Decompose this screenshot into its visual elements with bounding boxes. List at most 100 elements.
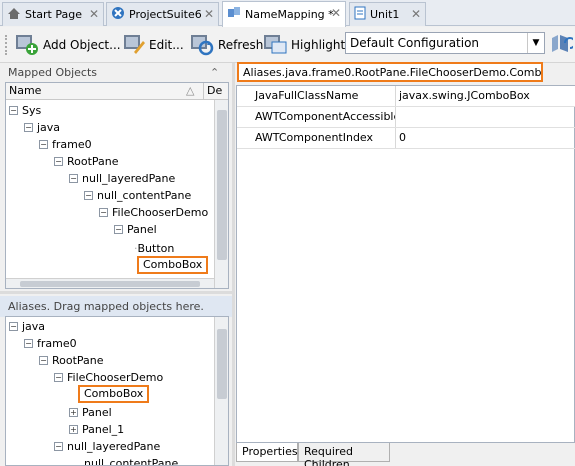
add-object-button[interactable]: Add Object... — [14, 33, 121, 57]
property-value[interactable]: 0 — [396, 128, 575, 148]
collapse-icon[interactable]: − — [24, 339, 33, 348]
sort-ascending-icon: △ — [186, 84, 195, 97]
tree-node-frame0[interactable]: − frame0 — [39, 138, 92, 151]
tree-node-panel[interactable]: − Panel — [114, 223, 157, 236]
scrollbar-thumb[interactable] — [20, 281, 200, 287]
vertical-scrollbar[interactable] — [214, 317, 228, 465]
document-tab-bar: Start Page ✕ ProjectSuite6 ✕ NameMapping… — [0, 0, 575, 27]
bottom-tab-bar: Properties Required Children — [236, 443, 575, 466]
property-row[interactable]: JavaFullClassName javax.swing.JComboBox — [237, 86, 575, 107]
tree-node-null-contentpane[interactable]: null_contentPane — [84, 457, 178, 465]
tree-node-filechooserdemo[interactable]: − FileChooserDemo — [54, 371, 163, 384]
edit-label: Edit... — [149, 38, 184, 52]
close-icon[interactable]: ✕ — [411, 7, 421, 21]
home-icon — [7, 7, 21, 23]
aliases-tree: − java − frame0 − RootPane − FileChooserDemo… — [5, 316, 229, 466]
collapse-icon[interactable]: − — [54, 442, 63, 451]
vertical-splitter[interactable] — [232, 63, 235, 466]
property-name: JavaFullClassName — [237, 86, 396, 106]
column-header-name[interactable]: Name △ — [6, 83, 203, 100]
tree-node-rootpane[interactable]: − RootPane — [54, 155, 119, 168]
tab-label: ProjectSuite6 — [129, 8, 202, 21]
collapse-icon[interactable]: − — [114, 225, 123, 234]
collapse-icon[interactable]: − — [54, 373, 63, 382]
tab-namemapping[interactable]: NameMapping * ✕ — [222, 1, 346, 27]
column-header-description[interactable]: De — [203, 83, 228, 100]
horizontal-scrollbar[interactable] — [6, 278, 214, 288]
collapse-icon[interactable]: − — [9, 106, 18, 115]
panel-title: Mapped Objects — [8, 66, 97, 79]
property-row[interactable]: AWTComponentAccessibleName — [237, 107, 575, 128]
collapse-icon[interactable]: − — [39, 356, 48, 365]
tab-start-page[interactable]: Start Page ✕ — [2, 2, 104, 26]
close-icon[interactable]: ✕ — [89, 7, 99, 21]
expand-icon[interactable]: + — [69, 408, 78, 417]
toolbar: Add Object... Edit... Refresh Highlight … — [0, 27, 575, 63]
property-name: AWTComponentAccessibleName — [237, 107, 396, 127]
tree-node-java[interactable]: − java — [9, 320, 45, 333]
collapse-icon[interactable]: − — [84, 191, 93, 200]
vertical-scrollbar[interactable] — [214, 100, 228, 288]
object-path: Aliases.java.frame0.RootPane.FileChooser… — [237, 62, 543, 82]
tab-properties[interactable]: Properties — [236, 443, 298, 462]
name-mapping-icon — [227, 6, 241, 23]
mapped-objects-tree: Name △ De − Sys − java − frame0 − RootPane −… — [5, 82, 229, 289]
tab-label: Start Page — [25, 8, 82, 21]
panel-splitter[interactable] — [0, 291, 232, 294]
tree-node-java[interactable]: − java — [24, 121, 60, 134]
highlight-label: Highlight — [291, 38, 346, 52]
collapse-icon[interactable]: − — [99, 208, 108, 217]
property-value[interactable] — [396, 107, 575, 127]
tree-node-sys[interactable]: − Sys — [9, 104, 41, 117]
refresh-button[interactable]: Refresh — [189, 33, 263, 57]
property-name: AWTComponentIndex — [237, 128, 396, 148]
tab-unit1[interactable]: Unit1 ✕ — [349, 2, 426, 26]
collapse-icon[interactable]: − — [24, 123, 33, 132]
configuration-manager-icon[interactable] — [549, 33, 575, 58]
tree-node-filechooserdemo[interactable]: − FileChooserDemo — [99, 206, 208, 219]
close-icon[interactable]: ✕ — [204, 7, 214, 21]
collapse-icon[interactable]: − — [39, 140, 48, 149]
scrollbar-thumb[interactable] — [217, 329, 227, 399]
property-row[interactable]: AWTComponentIndex 0 — [237, 128, 575, 149]
add-object-label: Add Object... — [43, 38, 121, 52]
close-icon[interactable]: ✕ — [331, 6, 341, 20]
tree-node-rootpane[interactable]: − RootPane — [39, 354, 104, 367]
tree-node-null-layeredpane[interactable]: − null_layeredPane — [69, 172, 175, 185]
tree-node-combobox-selected[interactable]: ComboBox — [137, 256, 209, 274]
chevron-down-icon[interactable]: ▼ — [527, 33, 544, 53]
collapse-icon[interactable]: − — [9, 322, 18, 331]
tree-node-null-layeredpane[interactable]: − null_layeredPane — [54, 440, 160, 453]
project-suite-icon — [111, 6, 125, 23]
scrollbar-thumb[interactable] — [217, 110, 227, 260]
add-object-icon — [14, 32, 40, 59]
tree-node-panel-1[interactable]: + Panel_1 — [69, 423, 124, 436]
expand-icon[interactable]: + — [69, 425, 78, 434]
collapse-panel-icon[interactable]: ⌃ — [210, 66, 219, 79]
property-value[interactable]: javax.swing.JComboBox — [396, 86, 575, 106]
mapped-objects-panel: Mapped Objects ⌃ Name △ De − Sys − java − f… — [0, 63, 232, 289]
tree-node-panel[interactable]: + Panel — [69, 406, 112, 419]
highlight-icon — [262, 32, 288, 59]
refresh-label: Refresh — [218, 38, 264, 52]
tree-node-frame0[interactable]: − frame0 — [24, 337, 77, 350]
highlight-button[interactable]: Highlight — [262, 33, 345, 57]
configuration-value: Default Configuration — [350, 36, 480, 50]
tab-required-children[interactable]: Required Children — [298, 443, 390, 466]
tree-node-combobox-selected[interactable]: ComboBox — [78, 385, 150, 403]
aliases-panel: Aliases. Drag mapped objects here. − java… — [0, 296, 232, 466]
properties-grid: JavaFullClassName javax.swing.JComboBox … — [236, 85, 575, 443]
edit-icon — [122, 32, 146, 59]
edit-button[interactable]: Edit... — [122, 33, 184, 57]
tab-projectsuite6[interactable]: ProjectSuite6 ✕ — [106, 2, 219, 26]
collapse-icon[interactable]: − — [54, 157, 63, 166]
tab-label: Unit1 — [370, 8, 400, 21]
configuration-select[interactable]: Default Configuration — [345, 32, 545, 54]
tab-label: NameMapping * — [245, 8, 334, 21]
tree-node-button[interactable]: ·Button — [134, 242, 174, 255]
panel-title: Aliases. Drag mapped objects here. — [0, 296, 232, 317]
unit-icon — [354, 6, 366, 23]
collapse-icon[interactable]: − — [69, 174, 78, 183]
tree-node-null-contentpane[interactable]: − null_contentPane — [84, 189, 191, 202]
toolbar-grip — [5, 35, 9, 55]
